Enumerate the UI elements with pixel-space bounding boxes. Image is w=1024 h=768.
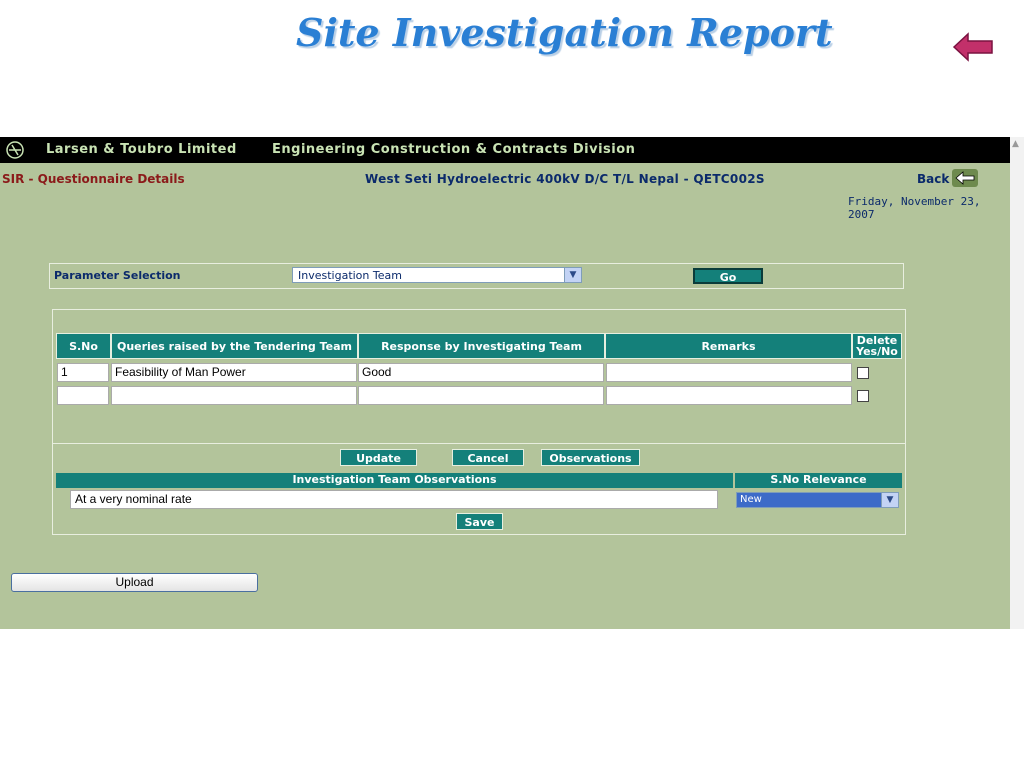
observations-button[interactable]: Observations	[541, 449, 640, 466]
row-1-response[interactable]: Good	[358, 363, 604, 382]
row-1-remarks[interactable]	[606, 363, 852, 382]
row-1-delete-checkbox[interactable]	[857, 367, 869, 379]
row-2-sno[interactable]	[57, 386, 109, 405]
go-button[interactable]: Go	[693, 268, 763, 284]
chevron-down-icon[interactable]: ▼	[564, 268, 581, 282]
column-header-response: Response by Investigating Team	[358, 333, 605, 359]
update-button[interactable]: Update	[340, 449, 417, 466]
page-title: SIR - Questionnaire Details	[2, 172, 185, 186]
relevance-header: S.No Relevance	[735, 473, 902, 488]
company-name: Larsen & Toubro Limited	[46, 142, 237, 157]
row-1-query[interactable]: Feasibility of Man Power	[111, 363, 357, 382]
current-date: Friday, November 23, 2007	[848, 195, 981, 221]
row-2-delete-checkbox[interactable]	[857, 390, 869, 402]
slide-title: Site Investigation Report	[296, 10, 833, 55]
column-header-sno: S.No	[56, 333, 111, 359]
observations-input[interactable]: At a very nominal rate	[70, 490, 718, 509]
app-window: Larsen & Toubro Limited Engineering Cons…	[0, 137, 1010, 629]
relevance-select[interactable]: New ▼	[736, 492, 899, 508]
back-icon[interactable]	[952, 169, 978, 187]
relevance-select-value: New	[740, 494, 762, 505]
lt-logo-icon	[6, 141, 24, 159]
parameter-selection-label: Parameter Selection	[54, 269, 181, 282]
parameter-selection-panel: Parameter Selection Investigation Team ▼…	[49, 263, 904, 289]
cancel-button[interactable]: Cancel	[452, 449, 524, 466]
observations-header: Investigation Team Observations	[56, 473, 733, 488]
save-button[interactable]: Save	[456, 513, 503, 530]
back-arrow-icon[interactable]	[952, 32, 994, 62]
divider	[53, 443, 905, 444]
row-2-response[interactable]	[358, 386, 604, 405]
column-header-remarks: Remarks	[605, 333, 852, 359]
row-2-remarks[interactable]	[606, 386, 852, 405]
column-header-delete: Delete Yes/No	[852, 333, 902, 359]
upload-button[interactable]: Upload	[11, 573, 258, 592]
division-name: Engineering Construction & Contracts Div…	[272, 142, 636, 157]
parameter-select[interactable]: Investigation Team ▼	[292, 267, 582, 283]
row-2-query[interactable]	[111, 386, 357, 405]
column-header-queries: Queries raised by the Tendering Team	[111, 333, 358, 359]
scroll-up-icon[interactable]: ▲	[1012, 139, 1019, 149]
questionnaire-grid: S.No Queries raised by the Tendering Tea…	[52, 309, 906, 535]
back-link[interactable]: Back	[917, 172, 949, 186]
project-title: West Seti Hydroelectric 400kV D/C T/L Ne…	[365, 172, 765, 186]
parameter-select-value: Investigation Team	[298, 269, 402, 282]
app-header-bar: Larsen & Toubro Limited Engineering Cons…	[0, 137, 1010, 163]
vertical-scrollbar[interactable]: ▲	[1010, 137, 1024, 629]
row-1-sno[interactable]: 1	[57, 363, 109, 382]
chevron-down-icon[interactable]: ▼	[881, 493, 898, 507]
